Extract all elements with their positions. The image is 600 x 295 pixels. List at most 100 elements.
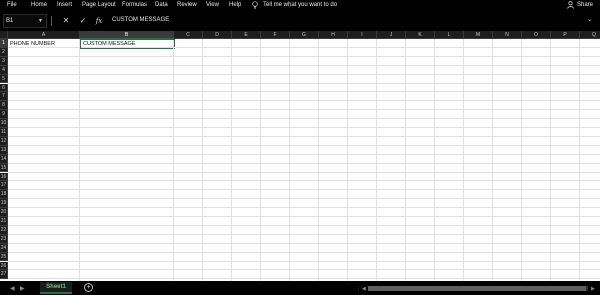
spreadsheet-grid[interactable]: ABCDEFGHIJKLMNOPQ 1 2 3 4 5 6 7 8 9 10 11 12 13 14 15 1… bbox=[0, 31, 600, 281]
row-header-23[interactable]: 23 bbox=[0, 234, 8, 244]
selected-cell-border bbox=[80, 39, 175, 49]
grid-row-line bbox=[8, 278, 600, 280]
column-header-p[interactable]: P bbox=[551, 31, 580, 39]
grid-column-line bbox=[231, 39, 232, 281]
column-header-o[interactable]: O bbox=[522, 31, 551, 39]
grid-row-line bbox=[8, 82, 600, 84]
select-all-corner[interactable] bbox=[0, 31, 8, 39]
row-header-17[interactable]: 17 bbox=[0, 181, 8, 191]
row-header-20[interactable]: 20 bbox=[0, 208, 8, 217]
row-header-11[interactable]: 11 bbox=[0, 128, 8, 137]
column-header-n[interactable]: N bbox=[493, 31, 522, 39]
row-header-16[interactable]: 16 bbox=[0, 172, 8, 182]
formula-divider bbox=[51, 16, 52, 26]
grid-row-line bbox=[8, 198, 600, 200]
cell-a1[interactable]: PHONE NUMBER bbox=[8, 40, 55, 48]
row-header-7[interactable]: 7 bbox=[0, 92, 8, 102]
row-header-22[interactable]: 22 bbox=[0, 225, 8, 235]
column-header-f[interactable]: F bbox=[261, 31, 290, 39]
grid-row-line bbox=[8, 144, 600, 146]
row-header-12[interactable]: 12 bbox=[0, 136, 8, 146]
menu-page-layout[interactable]: Page Layout bbox=[82, 2, 116, 8]
row-header-24[interactable]: 24 bbox=[0, 243, 8, 253]
ribbon-menu-bar: File Home Insert Page Layout Formulas Da… bbox=[0, 0, 600, 11]
column-header-l[interactable]: L bbox=[435, 31, 464, 39]
column-header-a[interactable]: A bbox=[8, 31, 80, 39]
chevron-down-icon[interactable]: ▼ bbox=[38, 18, 43, 24]
formula-input[interactable]: CUSTOM MESSAGE bbox=[112, 17, 169, 23]
row-header-6[interactable]: 6 bbox=[0, 83, 8, 93]
menu-insert[interactable]: Insert bbox=[57, 2, 72, 8]
column-header-b[interactable]: B bbox=[80, 31, 174, 39]
grid-row-line bbox=[8, 127, 600, 128]
grid-column-line bbox=[492, 39, 493, 281]
tell-me-search[interactable]: Tell me what you want to do bbox=[252, 1, 337, 9]
row-header-18[interactable]: 18 bbox=[0, 190, 8, 200]
next-sheet-icon[interactable]: ▶ bbox=[20, 285, 25, 292]
row-header-2[interactable]: 2 bbox=[0, 47, 8, 57]
row-header-10[interactable]: 10 bbox=[0, 119, 8, 128]
row-header-15[interactable]: 15 bbox=[0, 163, 8, 173]
grid-row-line bbox=[8, 171, 600, 173]
column-header-c[interactable]: C bbox=[174, 31, 203, 39]
prev-sheet-icon[interactable]: ◀ bbox=[10, 285, 15, 292]
tell-me-label: Tell me what you want to do bbox=[263, 2, 338, 8]
row-header-13[interactable]: 13 bbox=[0, 145, 8, 155]
column-header-h[interactable]: H bbox=[319, 31, 348, 39]
row-header-14[interactable]: 14 bbox=[0, 154, 8, 164]
grid-row-line bbox=[8, 251, 600, 253]
add-sheet-icon[interactable]: + bbox=[84, 283, 93, 292]
grid-column-line bbox=[289, 39, 290, 281]
insert-function-icon[interactable]: fx bbox=[93, 15, 105, 27]
scroll-left-icon[interactable]: ◀ bbox=[362, 286, 366, 292]
menu-home[interactable]: Home bbox=[31, 2, 47, 8]
row-header-8[interactable]: 8 bbox=[0, 101, 8, 111]
fill-handle[interactable] bbox=[173, 47, 176, 50]
row-header-21[interactable]: 21 bbox=[0, 217, 8, 226]
row-header-9[interactable]: 9 bbox=[0, 110, 8, 120]
row-header-19[interactable]: 19 bbox=[0, 199, 8, 209]
grid-row-line bbox=[8, 216, 600, 217]
grid-column-line bbox=[463, 39, 464, 281]
grid-row-line bbox=[8, 269, 600, 271]
column-header-j[interactable]: J bbox=[377, 31, 406, 39]
menu-help[interactable]: Help bbox=[229, 2, 241, 8]
menu-file[interactable]: File bbox=[7, 2, 17, 8]
scrollbar-thumb[interactable] bbox=[368, 286, 586, 291]
column-header-g[interactable]: G bbox=[290, 31, 319, 39]
scroll-right-icon[interactable]: ▶ bbox=[591, 286, 595, 292]
column-header-i[interactable]: I bbox=[348, 31, 377, 39]
cancel-icon[interactable]: ✕ bbox=[60, 15, 72, 27]
row-header-4[interactable]: 4 bbox=[0, 65, 8, 75]
grid-column-line bbox=[79, 39, 80, 281]
tab-sheet1[interactable]: Sheet1 bbox=[40, 282, 72, 294]
share-label: Share bbox=[577, 2, 594, 8]
column-header-e[interactable]: E bbox=[232, 31, 261, 39]
menu-formulas[interactable]: Formulas bbox=[122, 2, 147, 8]
row-header-1[interactable]: 1 bbox=[0, 39, 8, 48]
expand-formula-icon[interactable]: ⌄ bbox=[587, 16, 592, 23]
grid-row-line bbox=[8, 207, 600, 209]
name-box[interactable]: B1 ▼ bbox=[3, 14, 47, 28]
grid-column-line bbox=[376, 39, 377, 281]
scroll-divider-icon[interactable]: ⋮ bbox=[356, 286, 361, 292]
grid-column-line bbox=[202, 39, 203, 281]
row-header-27[interactable]: 27 bbox=[0, 270, 8, 280]
grid-row-line bbox=[8, 135, 600, 137]
horizontal-scrollbar[interactable] bbox=[368, 286, 588, 291]
menu-review[interactable]: Review bbox=[177, 2, 197, 8]
row-header-26[interactable]: 26 bbox=[0, 261, 8, 271]
column-header-m[interactable]: M bbox=[464, 31, 493, 39]
column-header-k[interactable]: K bbox=[406, 31, 435, 39]
grid-row-line bbox=[8, 260, 600, 262]
row-header-5[interactable]: 5 bbox=[0, 74, 8, 84]
share-button[interactable]: Share bbox=[567, 1, 593, 9]
column-header-q[interactable]: Q bbox=[580, 31, 600, 39]
enter-check-icon[interactable]: ✓ bbox=[77, 15, 89, 27]
row-header-3[interactable]: 3 bbox=[0, 56, 8, 66]
menu-data[interactable]: Data bbox=[155, 2, 168, 8]
menu-view[interactable]: View bbox=[206, 2, 219, 8]
row-header-25[interactable]: 25 bbox=[0, 252, 8, 262]
column-header-d[interactable]: D bbox=[203, 31, 232, 39]
grid-row-line bbox=[8, 153, 600, 155]
